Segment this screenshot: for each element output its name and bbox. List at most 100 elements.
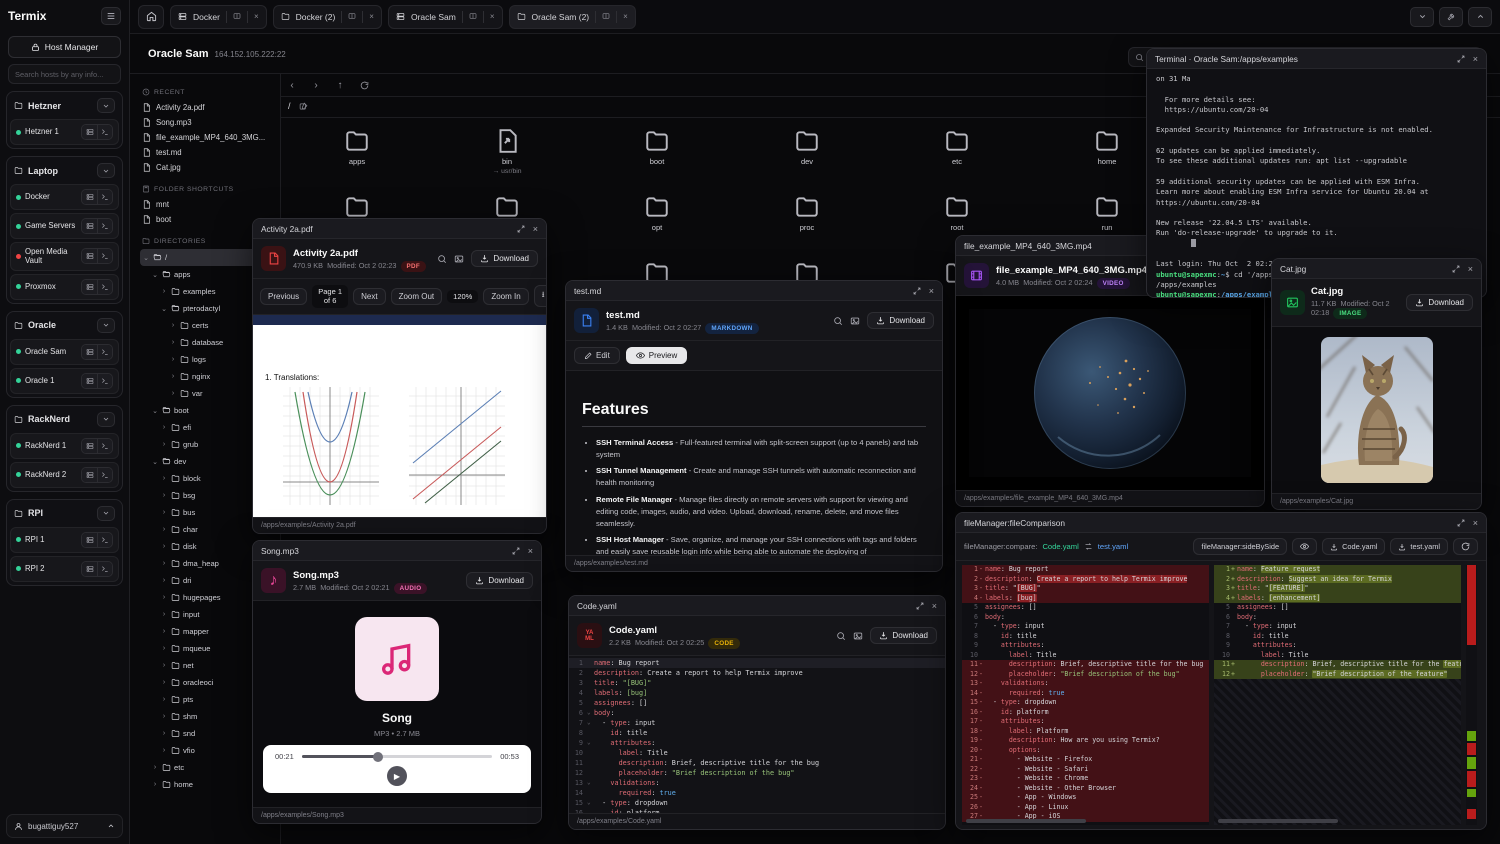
- expand-icon[interactable]: [517, 225, 525, 233]
- host-manager-button[interactable]: Host Manager: [8, 36, 121, 58]
- pdf-download-button[interactable]: ⭳ Dow: [534, 285, 546, 307]
- h-scrollbar[interactable]: [1218, 819, 1338, 823]
- host-terminal-button[interactable]: [97, 562, 112, 576]
- download-left-button[interactable]: Code.yaml: [1322, 538, 1385, 555]
- md-edit-button[interactable]: Edit: [574, 347, 620, 364]
- group-collapse-button[interactable]: [97, 98, 115, 113]
- host-file-manager-button[interactable]: [82, 219, 97, 233]
- expand-icon[interactable]: [1457, 519, 1465, 527]
- chevron-down-icon[interactable]: ⌄: [151, 407, 159, 415]
- close-icon[interactable]: ×: [932, 601, 937, 611]
- download-right-button[interactable]: test.yaml: [1390, 538, 1448, 555]
- host-group-header[interactable]: Hetzner: [10, 95, 119, 116]
- window-titlebar[interactable]: fileManager:fileComparison×: [956, 513, 1486, 533]
- h-scrollbar[interactable]: [966, 819, 1086, 823]
- tabbar-collapse-button[interactable]: [1410, 7, 1434, 27]
- expand-icon[interactable]: [1452, 265, 1460, 273]
- host-file-manager-button[interactable]: [82, 439, 97, 453]
- chevron-right-icon[interactable]: ›: [160, 662, 168, 669]
- chevron-right-icon[interactable]: ›: [160, 696, 168, 703]
- close-icon[interactable]: ×: [929, 286, 934, 296]
- host-terminal-button[interactable]: [97, 280, 112, 294]
- fold-icon[interactable]: ⌄: [587, 718, 594, 728]
- group-collapse-button[interactable]: [97, 163, 115, 178]
- chevron-right-icon[interactable]: ›: [160, 543, 168, 550]
- close-icon[interactable]: ×: [1473, 518, 1478, 528]
- chevron-right-icon[interactable]: ›: [160, 611, 168, 618]
- grid-folder-boot[interactable]: boot: [582, 124, 732, 190]
- chevron-right-icon[interactable]: ›: [160, 526, 168, 533]
- nav-forward-button[interactable]: ›: [309, 79, 323, 92]
- diff-view-toggle[interactable]: [1292, 538, 1317, 555]
- chevron-right-icon[interactable]: ›: [151, 764, 159, 771]
- host-file-manager-button[interactable]: [82, 280, 97, 294]
- grid-folder-dev[interactable]: dev: [732, 124, 882, 190]
- recent-file[interactable]: file_example_MP4_640_3MG...: [140, 130, 280, 145]
- host-group-header[interactable]: RPI: [10, 503, 119, 524]
- expand-icon[interactable]: [916, 602, 924, 610]
- group-collapse-button[interactable]: [97, 412, 115, 427]
- host-item-oracle-1[interactable]: Oracle 1: [10, 368, 119, 394]
- host-item-proxmox[interactable]: Proxmox: [10, 274, 119, 300]
- chevron-right-icon[interactable]: ›: [160, 645, 168, 652]
- chevron-right-icon[interactable]: ›: [160, 509, 168, 516]
- chevron-down-icon[interactable]: ⌄: [151, 458, 159, 466]
- tabbar-tools-button[interactable]: [1439, 7, 1463, 27]
- host-file-manager-button[interactable]: [82, 562, 97, 576]
- image-view-icon[interactable]: [853, 631, 863, 641]
- host-group-header[interactable]: RackNerd: [10, 409, 119, 430]
- host-group-header[interactable]: Oracle: [10, 315, 119, 336]
- tab-oracle-sam-2-[interactable]: Oracle Sam (2)×: [509, 5, 636, 29]
- diff-refresh-button[interactable]: [1453, 538, 1478, 555]
- home-tab-button[interactable]: [138, 5, 164, 29]
- grid-folder-proc[interactable]: proc: [732, 190, 882, 256]
- chevron-right-icon[interactable]: ›: [169, 390, 177, 397]
- chevron-right-icon[interactable]: ›: [160, 730, 168, 737]
- expand-icon[interactable]: [512, 547, 520, 555]
- host-item-open-media-vault[interactable]: Open Media Vault: [10, 242, 119, 271]
- host-item-game-servers[interactable]: Game Servers: [10, 213, 119, 239]
- image-view-icon[interactable]: [850, 316, 860, 326]
- chevron-right-icon[interactable]: ›: [160, 679, 168, 686]
- window-audio-player[interactable]: Song.mp3× ♪ Song.mp32.7 MB Modified: Oct…: [252, 540, 542, 824]
- host-terminal-button[interactable]: [97, 533, 112, 547]
- close-icon[interactable]: ×: [533, 224, 538, 234]
- fold-icon[interactable]: ⌄: [587, 708, 594, 718]
- side-by-side-toggle[interactable]: fileManager:sideBySide: [1193, 538, 1287, 555]
- host-terminal-button[interactable]: [97, 345, 112, 359]
- image-view-icon[interactable]: [454, 254, 464, 264]
- download-button[interactable]: Download: [1406, 294, 1473, 311]
- grid-folder-opt[interactable]: opt: [582, 190, 732, 256]
- split-view-icon[interactable]: [233, 12, 241, 22]
- chevron-right-icon[interactable]: ›: [169, 373, 177, 380]
- close-tab-icon[interactable]: ×: [369, 12, 374, 21]
- chevron-right-icon[interactable]: ›: [160, 475, 168, 482]
- chevron-right-icon[interactable]: ›: [151, 781, 159, 788]
- window-titlebar[interactable]: Activity 2a.pdf×: [253, 219, 546, 239]
- window-titlebar[interactable]: Song.mp3×: [253, 541, 541, 561]
- host-terminal-button[interactable]: [97, 439, 112, 453]
- host-item-rpi-1[interactable]: RPI 1: [10, 527, 119, 553]
- sidebar-menu-button[interactable]: [101, 7, 121, 25]
- grid-folder-bin[interactable]: bin→ usr/bin: [432, 124, 582, 190]
- group-collapse-button[interactable]: [97, 506, 115, 521]
- pdf-previous-button[interactable]: Previous: [260, 288, 307, 305]
- chevron-down-icon[interactable]: ⌄: [142, 254, 150, 262]
- window-markdown-viewer[interactable]: test.md× test.md1.4 KB Modified: Oct 2 0…: [565, 280, 943, 572]
- host-terminal-button[interactable]: [97, 219, 112, 233]
- recent-file[interactable]: Activity 2a.pdf: [140, 100, 280, 115]
- chevron-right-icon[interactable]: ›: [169, 339, 177, 346]
- chevron-down-icon[interactable]: ⌄: [151, 271, 159, 279]
- host-file-manager-button[interactable]: [82, 249, 97, 263]
- chevron-right-icon[interactable]: ›: [160, 577, 168, 584]
- diff-left-pane[interactable]: 1-name: Bug report2-description: Create …: [962, 565, 1209, 825]
- pdf-zoom-in-button[interactable]: Zoom In: [483, 288, 528, 305]
- chevron-right-icon[interactable]: ›: [160, 594, 168, 601]
- close-icon[interactable]: ×: [1468, 264, 1473, 274]
- split-view-icon[interactable]: [348, 12, 356, 22]
- user-menu[interactable]: bugattiguy527: [6, 814, 123, 838]
- chevron-right-icon[interactable]: ›: [160, 441, 168, 448]
- close-icon[interactable]: ×: [1473, 54, 1478, 64]
- host-search[interactable]: [8, 64, 121, 84]
- window-image-viewer[interactable]: Cat.jpg× Cat.jpg11.7 KB Modified: Oct 2 …: [1271, 258, 1482, 510]
